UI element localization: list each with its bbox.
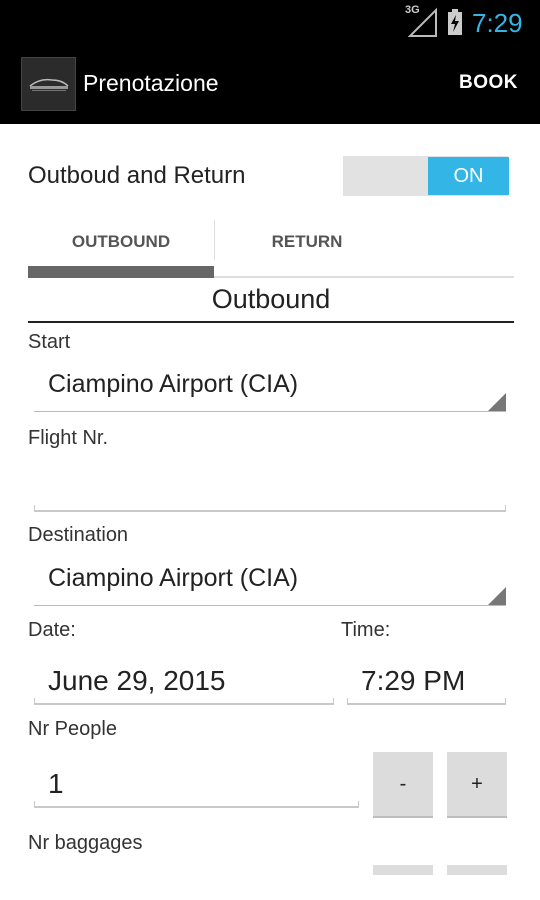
tab-return-label: RETURN — [271, 232, 343, 251]
app-logo[interactable] — [21, 57, 76, 111]
flight-label: Flight Nr. — [28, 427, 109, 449]
input-underline — [34, 801, 359, 808]
start-value: Ciampino Airport (CIA) — [48, 370, 299, 398]
signal-icon — [408, 7, 437, 37]
people-value: 1 — [48, 768, 64, 799]
baggages-increment-button[interactable] — [447, 865, 507, 875]
flight-number-input[interactable] — [34, 462, 506, 512]
input-underline — [347, 698, 506, 705]
time-value: 7:29 PM — [361, 665, 466, 696]
start-label: Start — [28, 331, 71, 353]
start-spinner[interactable]: Ciampino Airport (CIA) — [34, 362, 506, 412]
destination-label: Destination — [28, 524, 129, 546]
people-label: Nr People — [28, 718, 117, 740]
section-divider — [28, 321, 514, 323]
date-field[interactable]: June 29, 2015 — [34, 655, 334, 705]
people-increment-button[interactable]: + — [447, 752, 507, 818]
tab-bar: OUTBOUND RETURN — [28, 220, 514, 278]
book-button[interactable]: BOOK — [459, 72, 518, 94]
baggages-decrement-button[interactable] — [373, 865, 433, 875]
tab-selected-indicator — [28, 266, 214, 278]
people-decrement-button[interactable]: - — [373, 752, 433, 818]
app-title: Prenotazione — [83, 70, 219, 96]
input-underline — [34, 505, 506, 512]
destination-spinner[interactable]: Ciampino Airport (CIA) — [34, 556, 506, 606]
spinner-underline — [34, 411, 506, 412]
dropdown-triangle-icon — [488, 587, 506, 605]
destination-value: Ciampino Airport (CIA) — [48, 564, 299, 592]
booking-form: Outboud and Return ON OUTBOUND RETURN Ou… — [0, 124, 540, 900]
time-label: Time: — [341, 619, 391, 641]
dropdown-triangle-icon — [488, 393, 506, 411]
date-value: June 29, 2015 — [48, 665, 226, 696]
toggle-thumb: ON — [429, 158, 508, 194]
input-underline — [34, 698, 334, 705]
date-label: Date: — [28, 619, 76, 641]
baggages-label: Nr baggages — [28, 832, 143, 854]
clock: 7:29 — [472, 8, 523, 38]
tab-outbound-label: OUTBOUND — [71, 232, 171, 251]
outbound-return-label: Outboud and Return — [28, 162, 246, 189]
status-bar: 3G 7:29 — [0, 0, 540, 46]
time-field[interactable]: 7:29 PM — [347, 655, 506, 705]
people-input[interactable]: 1 — [34, 758, 359, 808]
battery-charging-icon — [448, 9, 462, 35]
spinner-underline — [34, 605, 506, 606]
section-title: Outbound — [211, 284, 331, 314]
action-bar: Prenotazione BOOK — [0, 46, 540, 124]
tab-return[interactable]: RETURN — [214, 220, 400, 278]
outbound-return-toggle[interactable]: ON — [343, 156, 508, 196]
